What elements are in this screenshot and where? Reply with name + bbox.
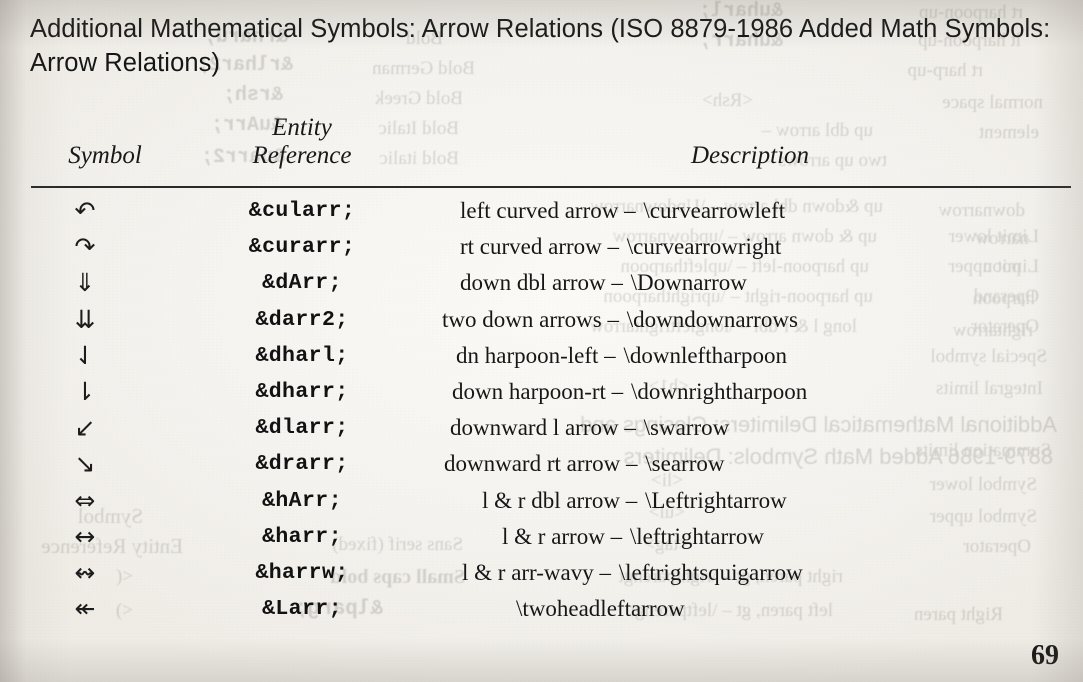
header-divider-rule (31, 186, 1071, 188)
description-text: rt curved arrow – (460, 234, 620, 260)
latex-command: \Downarrow (630, 270, 747, 296)
entity-reference: &hArr; (262, 488, 342, 513)
entity-reference: &dlarr; (255, 416, 349, 441)
latex-command: \curvearrowright (626, 234, 782, 260)
description-text: down harpoon-rt – (452, 378, 624, 404)
page-title: Additional Mathematical Symbols: Arrow R… (30, 15, 1051, 77)
table-row: ⇔ &hArr; l & r dbl arrow – \Leftrightarrow (0, 484, 1083, 520)
description-cell: l & r dbl arrow – \Leftrightarrow (440, 484, 1083, 518)
symbol-glyph: ↙ (74, 413, 96, 443)
latex-command: \leftrightarrow (629, 523, 764, 549)
description-text: l & r arrow – (502, 523, 623, 549)
description-cell: \twoheadleftarrow (440, 592, 1083, 626)
entity-reference: &dharl; (255, 343, 349, 368)
latex-command: \downleftharpoon (623, 342, 787, 368)
description-text: downward rt arrow – (444, 451, 638, 477)
description-cell: rt curved arrow – \curvearrowright (440, 230, 1083, 264)
description-cell: down harpoon-rt – \downrightharpoon (440, 375, 1082, 409)
table-row: ⇓ &dArr; down dbl arrow – \Downarrow (0, 266, 1083, 302)
table-header-row: Symbol Entity Reference Description (0, 104, 1083, 180)
description-cell: l & r arr-wavy – \leftrightsquigarrow (440, 556, 1083, 590)
description-cell: down dbl arrow – \Downarrow (440, 266, 1083, 300)
latex-command: \leftrightsquigarrow (618, 559, 803, 585)
description-cell: l & r arrow – \leftrightarrow (440, 520, 1083, 554)
page-number: 69 (1031, 640, 1059, 671)
table-row: ↷ &curarr; rt curved arrow – \curvearrowri… (0, 230, 1083, 266)
table-row: ⇃ &dharl; dn harpoon-left – \downleftharpo… (0, 339, 1083, 375)
latex-command: \searrow (645, 451, 725, 477)
symbol-glyph: ⇃ (74, 340, 96, 370)
column-header-description: Description (690, 142, 810, 169)
symbol-glyph: ⇊ (74, 304, 96, 334)
description-text: down dbl arrow – (460, 270, 623, 296)
description-cell: downward l arrow – \swarrow (440, 411, 1080, 445)
column-header-entity-line1: Entity (272, 114, 332, 141)
latex-command: \downdownarrows (626, 306, 798, 332)
table-row: ↶ &cularr; left curved arrow – \curvearrow… (0, 194, 1083, 230)
description-cell: left curved arrow – \curvearrowleft (440, 194, 1083, 228)
entity-reference: &harr; (262, 524, 342, 549)
symbol-glyph: ⇔ (74, 485, 96, 515)
symbol-glyph: ⇓ (74, 268, 96, 298)
description-text: l & r dbl arrow – (482, 487, 638, 513)
symbol-glyph: ↔ (74, 521, 96, 551)
description-text: two down arrows – (442, 306, 619, 332)
entity-reference: &Larr; (262, 597, 342, 622)
description-text: left curved arrow – (460, 198, 636, 223)
scanned-page: rt harpoon-up &uharl; lt harpoon-up &uharr;… (0, 0, 1083, 682)
symbol-glyph: ↭ (74, 557, 96, 587)
column-header-entity-reference: Entity Reference (182, 114, 422, 170)
entity-reference: &curarr; (248, 235, 356, 260)
table-row: ⇊ &darr2; two down arrows – \downdownarrow… (0, 303, 1083, 339)
latex-command: \twoheadleftarrow (516, 596, 685, 622)
arrow-relations-table: Symbol Entity Reference Description ↶ &cu… (0, 104, 1083, 623)
description-cell: dn harpoon-left – \downleftharpoon (440, 339, 1083, 373)
table-row: ⇂ &dharr; down harpoon-rt – \downrightharp… (0, 375, 1083, 411)
column-header-entity-line2: Reference (252, 142, 352, 169)
table-row: ↔ &harr; l & r arrow – \leftrightarrow (0, 520, 1083, 556)
description-text: dn harpoon-left – (456, 342, 616, 368)
column-header-symbol: Symbol (68, 142, 142, 169)
entity-reference: &drarr; (255, 452, 349, 477)
entity-reference: &dArr; (262, 271, 342, 296)
symbol-glyph: ↘ (74, 449, 96, 479)
symbol-glyph: ⇂ (74, 376, 96, 406)
description-cell: downward rt arrow – \searrow (440, 447, 1074, 481)
table-body: ↶ &cularr; left curved arrow – \curvearrow… (0, 194, 1083, 628)
table-row: ↭ &harrw; l & r arr-wavy – \leftrightsquig… (0, 556, 1083, 592)
description-cell: two down arrows – \downdownarrows (440, 303, 1072, 337)
latex-command: \Leftrightarrow (644, 487, 787, 513)
description-text: l & r arr-wavy – (462, 559, 611, 585)
entity-reference: &darr2; (255, 307, 349, 332)
latex-command: \downrightharpoon (630, 378, 808, 404)
table-row: ↞ &Larr; \twoheadleftarrow (0, 592, 1083, 628)
symbol-glyph: ↶ (74, 196, 96, 225)
symbol-glyph: ↞ (74, 594, 96, 624)
latex-command: \curvearrowleft (643, 198, 786, 223)
latex-command: \swarrow (643, 415, 730, 441)
entity-reference: &harrw; (255, 560, 349, 585)
entity-reference: &cularr; (248, 199, 356, 223)
description-text: downward l arrow – (450, 415, 636, 441)
entity-reference: &dharr; (255, 379, 349, 404)
table-row: ↘ &drarr; downward rt arrow – \searrow (0, 447, 1083, 483)
symbol-glyph: ↷ (74, 232, 96, 262)
table-row: ↙ &dlarr; downward l arrow – \swarrow (0, 411, 1083, 447)
